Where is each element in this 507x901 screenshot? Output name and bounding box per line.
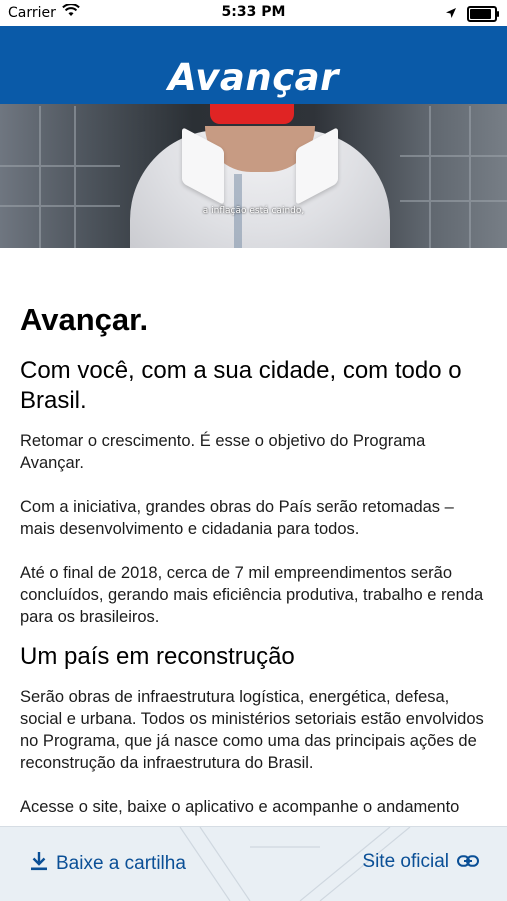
download-booklet-label: Baixe a cartilha [56, 853, 186, 874]
section-title: Um país em reconstrução [20, 643, 295, 670]
status-right [445, 4, 499, 23]
official-site-label: Site oficial [362, 851, 449, 872]
status-bar: Carrier 5:33 PM [0, 0, 507, 26]
article-paragraph-1: Retomar o crescimento. É esse o objetivo… [20, 432, 426, 472]
battery-icon [467, 5, 499, 22]
video-caption: a inflação está caindo, [202, 206, 305, 216]
download-icon [30, 851, 48, 877]
clock: 5:33 PM [221, 4, 286, 20]
article-title: Avançar. [20, 302, 149, 337]
download-booklet-button[interactable]: Baixe a cartilha [30, 851, 186, 877]
article-paragraph-4: Serão obras de infraestrutura logística,… [20, 688, 484, 772]
article-subtitle: Com você, com a sua cidade, com todo o B… [20, 357, 462, 414]
location-arrow-icon [445, 4, 457, 23]
article-paragraph-3: Até o final de 2018, cerca de 7 mil empr… [20, 564, 484, 626]
link-icon [457, 851, 479, 873]
article-paragraph-5: Acesse o site, baixe o aplicativo e acom… [20, 798, 460, 816]
brand-header: Avançar [0, 26, 507, 104]
play-button-icon[interactable] [210, 104, 294, 124]
bottom-action-bar: Baixe a cartilha Site oficial [0, 826, 507, 901]
official-site-button[interactable]: Site oficial [362, 851, 479, 873]
brand-logo-text: Avançar [168, 56, 339, 99]
article-content: Avançar. Com você, com a sua cidade, com… [20, 300, 490, 818]
article-paragraph-2: Com a iniciativa, grandes obras do País … [20, 498, 454, 538]
